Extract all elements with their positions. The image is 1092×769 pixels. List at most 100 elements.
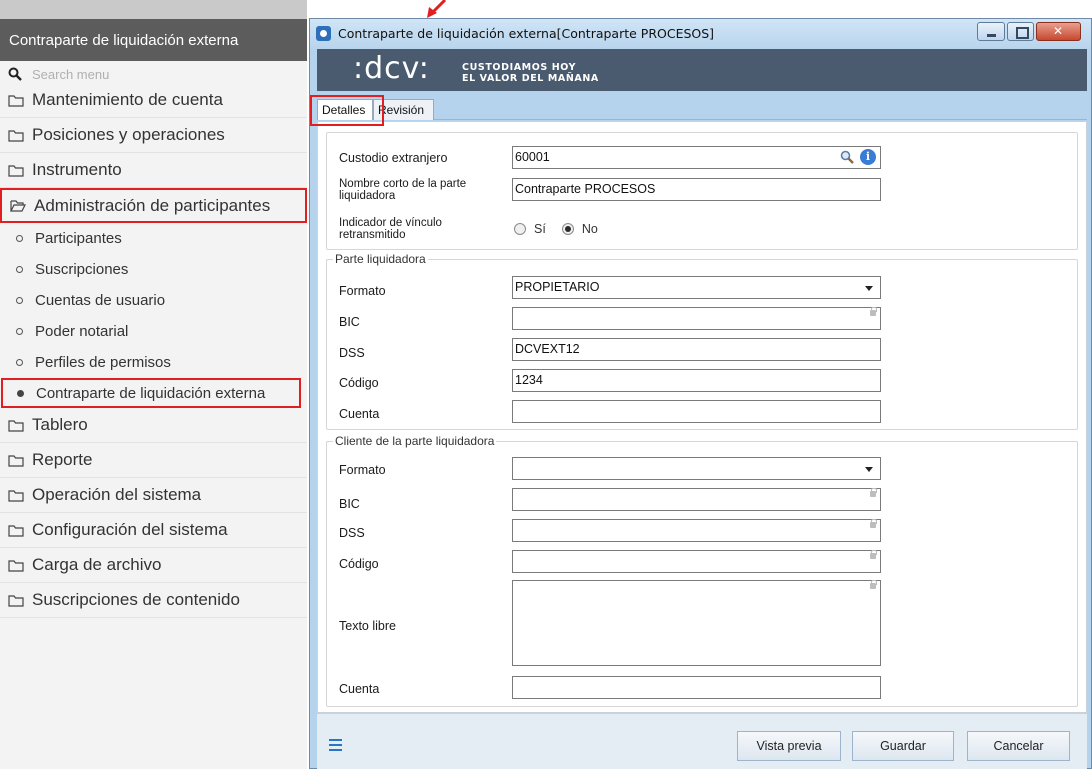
codigo-value: 1234 — [515, 373, 543, 387]
magnifier-icon[interactable] — [840, 150, 854, 164]
menu-item-participantes[interactable]: Participantes — [0, 223, 307, 254]
texto-libre-textarea[interactable] — [512, 580, 881, 666]
radio-no[interactable] — [561, 223, 574, 235]
folder-icon — [8, 489, 24, 502]
cuenta-field[interactable] — [512, 400, 881, 423]
group-title: Parte liquidadora — [333, 252, 428, 266]
maximize-button[interactable] — [1007, 22, 1034, 41]
dss-value: DCVEXT12 — [515, 342, 580, 356]
menu-folder-label: Administración de participantes — [34, 195, 271, 215]
minimize-button[interactable] — [977, 22, 1005, 41]
bic-field[interactable] — [512, 307, 881, 330]
codigo-field[interactable]: 1234 — [512, 369, 881, 392]
bullet-icon — [16, 328, 23, 335]
bullet-filled-icon — [17, 389, 24, 397]
menu-folder-label: Posiciones y operaciones — [32, 125, 225, 144]
bullet-icon — [16, 235, 23, 242]
lock-icon — [870, 550, 877, 559]
menu-folder-label: Suscripciones de contenido — [32, 590, 240, 609]
folder-icon — [8, 94, 24, 107]
hamburger-menu-icon[interactable] — [329, 739, 342, 751]
cliente-cuenta-field[interactable] — [512, 676, 881, 699]
menu-folder-carga-archivo[interactable]: Carga de archivo — [0, 548, 307, 583]
menu-search[interactable] — [0, 61, 307, 83]
formato-label: Formato — [339, 284, 386, 298]
texto-libre-label: Texto libre — [339, 619, 396, 633]
preview-button[interactable]: Vista previa — [737, 731, 841, 761]
cliente-formato-label: Formato — [339, 463, 386, 477]
menu-folder-tablero[interactable]: Tablero — [0, 408, 307, 443]
cliente-dss-field[interactable] — [512, 519, 881, 542]
nombre-field[interactable]: Contraparte PROCESOS — [512, 178, 881, 201]
cliente-bic-label: BIC — [339, 497, 360, 511]
annotation-arrow-icon — [427, 0, 447, 18]
folder-icon — [8, 524, 24, 537]
nombre-value: Contraparte PROCESOS — [515, 182, 656, 196]
menu-item-perfiles-permisos[interactable]: Perfiles de permisos — [0, 347, 307, 378]
menu-item-label: Suscripciones — [35, 261, 129, 278]
menu-folder-reporte[interactable]: Reporte — [0, 443, 307, 478]
dss-label: DSS — [339, 346, 365, 360]
menu-item-label: Contraparte de liquidación externa — [36, 384, 266, 402]
dss-field[interactable]: DCVEXT12 — [512, 338, 881, 361]
formato-select[interactable]: PROPIETARIO — [512, 276, 881, 299]
bullet-icon — [16, 297, 23, 304]
cliente-dss-label: DSS — [339, 526, 365, 540]
lock-icon — [870, 307, 877, 316]
menu-folder-configuracion[interactable]: Configuración del sistema — [0, 513, 307, 548]
menu-folder-operacion[interactable]: Operación del sistema — [0, 478, 307, 513]
cancel-button[interactable]: Cancelar — [967, 731, 1070, 761]
search-icon — [8, 67, 22, 81]
folder-icon — [8, 164, 24, 177]
window-title: Contraparte de liquidación externa[Contr… — [338, 26, 715, 41]
menu-item-poder-notarial[interactable]: Poder notarial — [0, 316, 307, 347]
custodio-value: 60001 — [515, 150, 550, 164]
menu-header: Contraparte de liquidación externa — [0, 19, 307, 61]
menu-item-label: Poder notarial — [35, 323, 129, 340]
save-button[interactable]: Guardar — [852, 731, 954, 761]
codigo-label: Código — [339, 376, 379, 390]
tab-strip: Detalles Revisión — [317, 99, 1087, 120]
lock-icon — [870, 488, 877, 497]
menu-folder-posiciones[interactable]: Posiciones y operaciones — [0, 118, 307, 153]
dropdown-arrow-icon — [865, 467, 873, 472]
action-bar: Vista previa Guardar Cancelar — [317, 713, 1087, 769]
radio-no-label: No — [581, 222, 598, 236]
group-title: Cliente de la parte liquidadora — [333, 434, 497, 448]
menu-item-label: Perfiles de permisos — [35, 354, 171, 371]
menu-folder-administracion[interactable]: Administración de participantes — [0, 188, 307, 223]
title-bar[interactable]: Contraparte de liquidación externa[Contr… — [310, 19, 1091, 49]
info-icon[interactable]: i — [860, 149, 876, 165]
custodio-field[interactable]: 60001 i — [512, 146, 881, 169]
radio-si-label: Sí — [534, 222, 546, 236]
menu-folder-suscripciones-contenido[interactable]: Suscripciones de contenido — [0, 583, 307, 618]
folder-icon — [8, 129, 24, 142]
menu-folder-label: Operación del sistema — [32, 485, 202, 504]
cliente-codigo-label: Código — [339, 557, 379, 571]
slogan-line-1: CUSTODIAMOS HOY — [462, 62, 577, 73]
menu-item-suscripciones[interactable]: Suscripciones — [0, 254, 307, 285]
slogan-line-2: EL VALOR DEL MAÑANA — [462, 73, 599, 84]
cliente-bic-field[interactable] — [512, 488, 881, 511]
folder-icon — [8, 419, 24, 432]
search-input[interactable] — [32, 66, 232, 82]
menu-folder-instrumento[interactable]: Instrumento — [0, 153, 307, 188]
cliente-formato-select[interactable] — [512, 457, 881, 480]
menu-item-label: Cuentas de usuario — [35, 292, 166, 309]
dropdown-arrow-icon — [865, 286, 873, 291]
menu-folder-label: Carga de archivo — [32, 555, 162, 574]
dcv-logo: :dcv: — [353, 51, 430, 86]
navigation-menu: Contraparte de liquidación externa Mante… — [0, 0, 307, 769]
tab-highlight-box — [310, 95, 384, 126]
menu-folder-mantenimiento[interactable]: Mantenimiento de cuenta — [0, 83, 307, 118]
close-button[interactable] — [1036, 22, 1081, 41]
radio-si[interactable] — [514, 223, 526, 235]
cliente-codigo-field[interactable] — [512, 550, 881, 573]
menu-item-cuentas-usuario[interactable]: Cuentas de usuario — [0, 285, 307, 316]
menu-folder-label: Instrumento — [32, 160, 122, 179]
folder-icon — [8, 594, 24, 607]
custodio-label: Custodio extranjero — [339, 151, 448, 165]
menu-item-contraparte-liquidacion[interactable]: Contraparte de liquidación externa — [1, 378, 301, 408]
indicador-radio-group: Sí No — [514, 222, 614, 236]
menu-folder-label: Tablero — [32, 415, 88, 434]
